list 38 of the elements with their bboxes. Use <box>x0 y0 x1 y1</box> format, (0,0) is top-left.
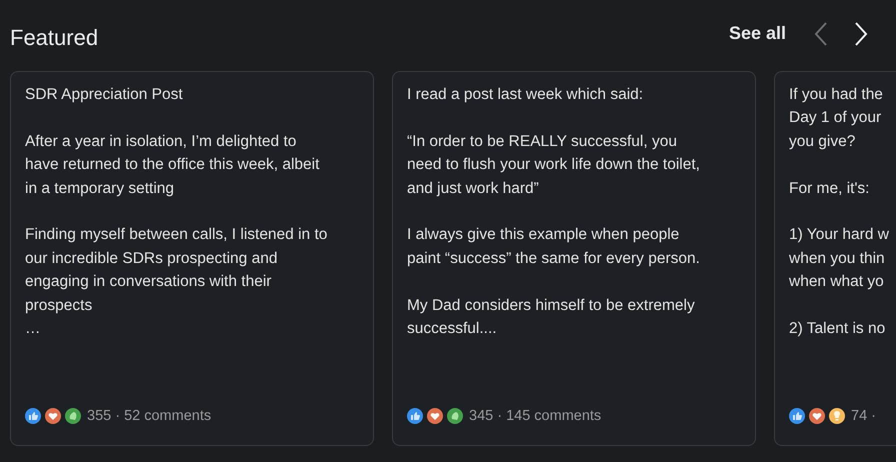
post-text-line: 1) Your hard w <box>789 225 890 246</box>
post-text-line: prospects <box>25 296 94 316</box>
post-text-line: SDR Appreciation Post <box>25 85 184 105</box>
post-text-line: our incredible SDRs prospecting and <box>25 248 278 269</box>
post-text-line: when what yo <box>789 272 885 292</box>
reaction-stats[interactable]: 355 · 52 comments <box>87 408 212 424</box>
post-text-line: Day 1 of your <box>789 108 882 128</box>
post-text-line: … <box>25 319 42 340</box>
post-text-line: After a year in isolation, I’m delighted to <box>25 132 298 152</box>
chevron-right-icon[interactable] <box>854 20 868 46</box>
post-text-line: in a temporary setting <box>25 178 176 199</box>
section-title: Featured <box>10 24 98 50</box>
thumbs-up-icon <box>25 408 41 424</box>
thumbs-up-icon <box>789 408 805 424</box>
post-text-line: My Dad considers himself to be extremely <box>407 296 696 316</box>
post-text-line: successful.... <box>407 319 498 340</box>
post-text-line: If you had the <box>789 85 884 105</box>
reaction-stats[interactable]: 74 · <box>851 408 876 424</box>
post-text-line: Finding myself between calls, I listened in to <box>25 225 328 246</box>
post-text-line: engaging in conversations with their <box>25 272 272 292</box>
post-text-line: I always give this example when people <box>407 225 680 246</box>
post-text-line: I read a post last week which said: <box>407 85 644 105</box>
post-text-line: 2) Talent is no <box>789 319 886 340</box>
thumbs-up-icon <box>407 408 423 424</box>
post-text-line: need to flush your work life down the toilet, <box>407 155 701 176</box>
post-card[interactable]: If you had the Day 1 of your you give? For me, it's: 1) Your hard w when you thin when what yo 2) Talent is no 74 · <box>774 71 896 446</box>
post-text-line: have returned to the office this week, albeit <box>25 155 320 176</box>
see-all-link[interactable]: See all <box>728 23 786 44</box>
post-text-line: paint “success” the same for every person. <box>407 248 701 269</box>
lightbulb-icon <box>829 408 845 424</box>
post-card[interactable] <box>392 71 756 446</box>
post-text-line: For me, it's: <box>789 178 870 199</box>
post-text-line: when you thin <box>789 248 886 269</box>
reaction-stats[interactable]: 345 · 145 comments <box>469 408 602 424</box>
post-text-line: and just work hard” <box>407 178 540 199</box>
post-card[interactable] <box>10 71 374 446</box>
post-text-line: you give? <box>789 132 856 152</box>
post-text-line: “In order to be REALLY successful, you <box>407 132 678 152</box>
